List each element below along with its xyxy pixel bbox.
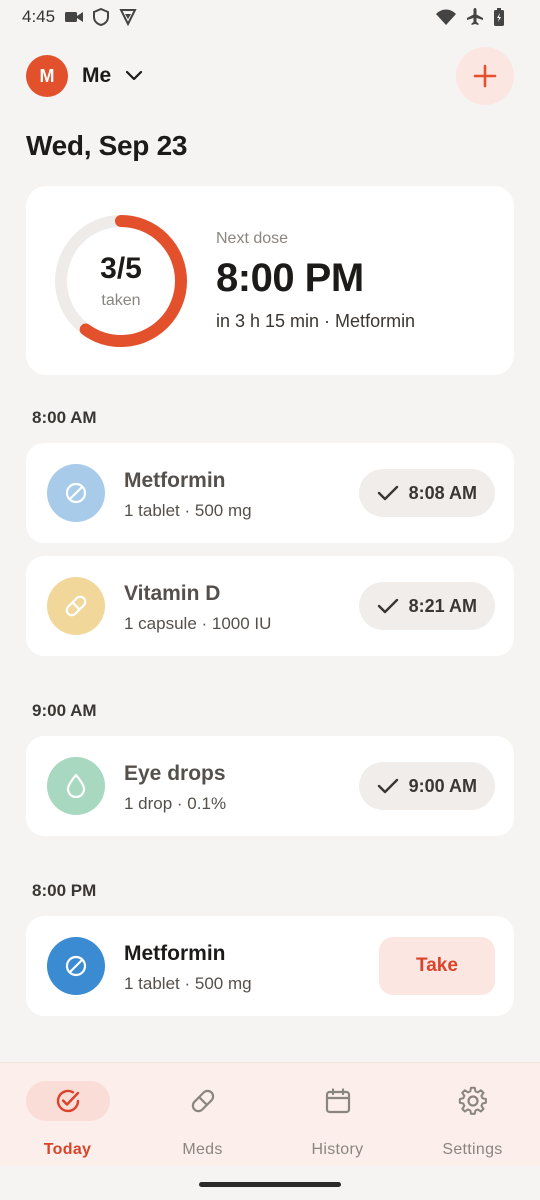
dose-name: Metformin (124, 469, 226, 492)
header: M Me (26, 46, 514, 106)
dose-card[interactable]: Eye drops 1 drop · 0.1% 9:00 AM (26, 736, 514, 836)
nav-label: Today (43, 1141, 92, 1158)
status-left: 4:45 (22, 7, 137, 27)
nav-label: Settings (442, 1141, 503, 1158)
nav-label: History (311, 1141, 364, 1158)
dose-detail: 1 drop · 0.1% (124, 794, 227, 813)
airplane-icon (467, 8, 483, 25)
dose-icon (47, 757, 105, 815)
dose-detail: 1 tablet · 500 mg (124, 501, 252, 520)
wifi-icon (436, 9, 456, 25)
bottom-navigation: Today Meds History Settings (0, 1062, 540, 1166)
nav-icon-indicator (431, 1081, 515, 1121)
dose-icon (47, 577, 105, 635)
capsule-icon (191, 1089, 214, 1113)
next-dose-detail: in 3 h 15 min · Metformin (216, 311, 416, 331)
battery-icon (494, 8, 504, 26)
dose-name: Vitamin D (124, 582, 221, 605)
calendar-icon (325, 1088, 350, 1114)
take-button[interactable]: Take (379, 937, 495, 995)
dose-card[interactable]: Metformin 1 tablet · 500 mg Take (26, 916, 514, 1016)
dose-icon (47, 937, 105, 995)
profile-switcher[interactable]: M Me (26, 55, 143, 97)
progress-ring: 3/5 taken (53, 213, 189, 349)
pill-slash-icon (65, 482, 87, 504)
summary-card: 3/5 taken Next dose 8:00 PM in 3 h 15 mi… (26, 186, 514, 375)
nav-today[interactable]: Today (0, 1063, 135, 1166)
nav-icon-indicator (161, 1081, 245, 1121)
profile-name: Me (82, 64, 112, 87)
dose-icon (47, 464, 105, 522)
nav-meds[interactable]: Meds (135, 1063, 270, 1166)
section-label: 8:00 AM (32, 408, 97, 427)
dose-card[interactable]: Vitamin D 1 capsule · 1000 IU 8:21 AM (26, 556, 514, 656)
section-label: 8:00 PM (32, 881, 97, 900)
taken-status-button[interactable]: 9:00 AM (358, 762, 495, 810)
nav-label: Meds (182, 1141, 223, 1158)
shield-icon (93, 8, 110, 26)
checkmark-icon (377, 778, 398, 794)
gear-icon (458, 1086, 487, 1115)
nav-icon-indicator (296, 1081, 380, 1121)
gesture-handle[interactable] (199, 1182, 341, 1187)
dose-card[interactable]: Metformin 1 tablet · 500 mg 8:08 AM (26, 443, 514, 543)
taken-time: 9:00 AM (408, 775, 477, 796)
vpn-icon (119, 9, 137, 26)
nav-icon-indicator (25, 1081, 110, 1121)
next-dose-time: 8:00 PM (216, 256, 364, 300)
section-label: 9:00 AM (32, 701, 97, 720)
progress-ring-text: 3/5 taken (53, 213, 189, 349)
pill-slash-icon (65, 955, 87, 977)
doses-taken-count: 3/5 (100, 252, 142, 285)
chevron-down-icon (126, 70, 143, 81)
taken-time: 8:21 AM (408, 595, 477, 616)
status-time: 4:45 (22, 7, 56, 26)
checkmark-icon (377, 485, 398, 501)
capsule-icon (65, 595, 87, 617)
taken-time: 8:08 AM (408, 482, 477, 503)
dose-detail: 1 capsule · 1000 IU (124, 614, 272, 633)
dose-detail: 1 tablet · 500 mg (124, 974, 252, 993)
page-title: Wed, Sep 23 (26, 130, 188, 161)
nav-history[interactable]: History (270, 1063, 405, 1166)
dose-name: Eye drops (124, 762, 226, 785)
status-bar: 4:45 (0, 0, 540, 34)
next-dose-label: Next dose (216, 230, 289, 247)
taken-status-button[interactable]: 8:08 AM (358, 469, 495, 517)
plus-icon (473, 64, 497, 88)
add-medication-button[interactable] (456, 47, 514, 105)
avatar: M (26, 55, 68, 97)
drop-icon (66, 773, 86, 799)
dose-name: Metformin (124, 942, 226, 965)
taken-status-button[interactable]: 8:21 AM (358, 582, 495, 630)
nav-settings[interactable]: Settings (405, 1063, 540, 1166)
doses-taken-label: taken (101, 292, 141, 309)
status-right (436, 8, 504, 26)
video-camera-icon (65, 12, 84, 22)
check-circle-icon (56, 1089, 79, 1113)
checkmark-icon (377, 598, 398, 614)
